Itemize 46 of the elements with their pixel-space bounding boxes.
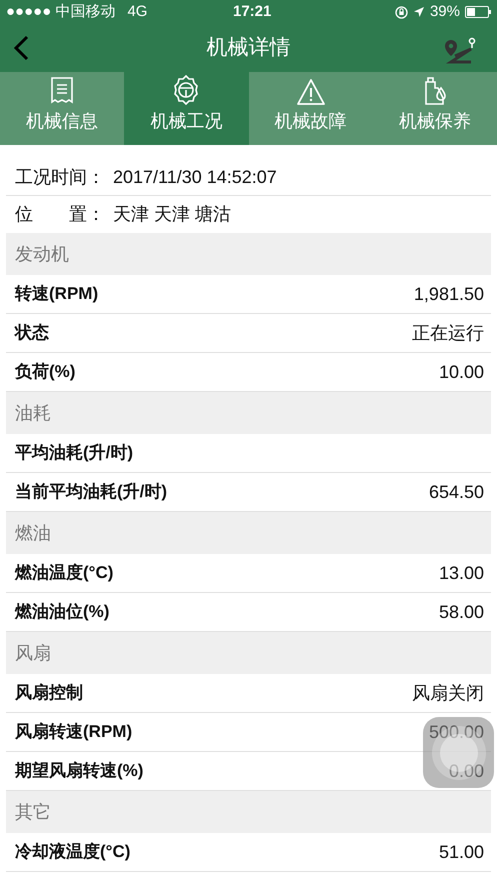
section-header: 其它 — [6, 791, 491, 833]
row-label: 冷却液温度(°C) — [15, 841, 130, 864]
row-value: 51.00 — [438, 840, 484, 864]
rotation-lock-icon — [394, 6, 408, 18]
row-value: 正在运行 — [412, 322, 484, 344]
row-value: 13.00 — [438, 562, 484, 584]
row-label: 负荷(%) — [15, 361, 76, 384]
info-value: 天津 天津 塘沽 — [113, 203, 232, 226]
clock-text: 17:21 — [233, 2, 272, 22]
row-value: 0.00 — [448, 760, 484, 782]
carrier-text: ●●●●● 中国移动 — [6, 2, 116, 22]
row-value: 10.00 — [438, 360, 484, 384]
row-label: 状态 — [15, 322, 49, 344]
row-value: 654.50 — [428, 480, 484, 504]
row-label: 转速(RPM) — [15, 283, 98, 306]
battery-percent-text: 39% — [430, 2, 460, 22]
tab[interactable]: 机械工况 — [124, 72, 248, 145]
row-label: 平均油耗(升/时) — [15, 442, 134, 464]
section-header: 发动机 — [6, 233, 491, 275]
tab[interactable]: 机械故障 — [248, 72, 373, 145]
row-label: 燃油油位(%) — [15, 601, 110, 624]
section-header: 风扇 — [6, 632, 491, 674]
row-label: 风扇控制 — [15, 682, 83, 704]
tab[interactable]: 机械信息 — [0, 72, 124, 145]
tab[interactable]: 机械保养 — [372, 72, 497, 145]
back-icon[interactable] — [12, 35, 30, 61]
battery-icon — [465, 6, 491, 18]
row-label: 当前平均油耗(升/时) — [15, 481, 168, 504]
row-value: 500.00 — [428, 720, 484, 744]
warning-icon — [296, 78, 326, 106]
row-label: 期望风扇转速(%) — [15, 760, 144, 782]
info-label: 位 置： — [15, 203, 105, 226]
document-icon — [50, 76, 74, 106]
location-arrow-icon — [412, 6, 425, 18]
assistive-touch-button[interactable] — [423, 717, 494, 788]
row-value: 风扇关闭 — [412, 682, 484, 704]
row-label: 风扇转速(RPM) — [15, 721, 132, 744]
row-value: 58.00 — [438, 600, 484, 624]
section-header: 油耗 — [6, 392, 491, 434]
info-label: 工况时间： — [15, 166, 105, 188]
row-label: 燃油温度(°C) — [15, 562, 114, 584]
section-header: 燃油 — [6, 512, 491, 554]
info-value: 2017/11/30 14:52:07 — [113, 166, 277, 188]
network-text: 4G — [127, 2, 148, 22]
page-title: 机械详情 — [206, 35, 290, 62]
row-value: 1,981.50 — [414, 282, 484, 306]
